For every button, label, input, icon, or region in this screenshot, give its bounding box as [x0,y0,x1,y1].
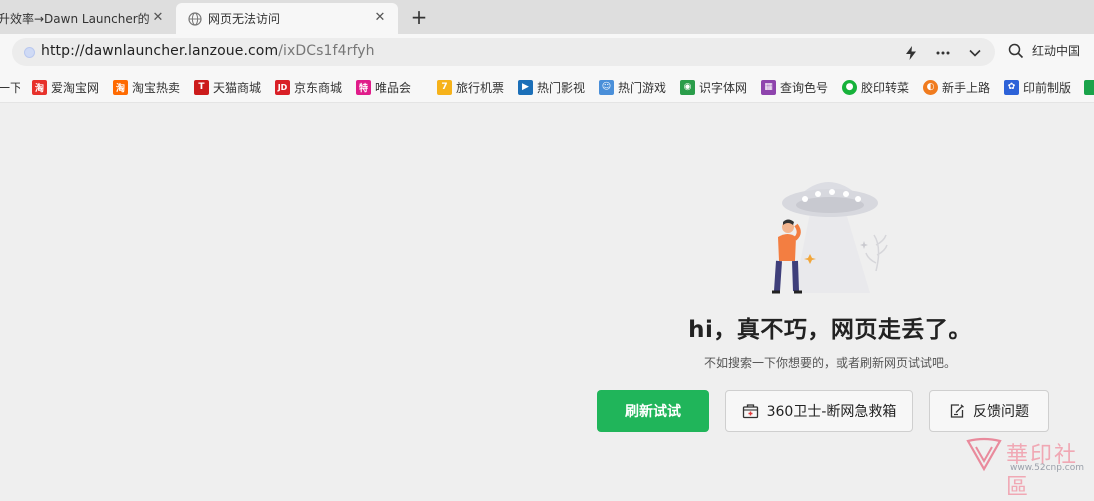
bookmark-item[interactable]: ◐ 新手上路 [923,79,990,95]
error-subline: 不如搜索一下你想要的，或者刷新网页试试吧。 [703,356,956,370]
eye-icon: ◉ [680,79,695,95]
bookmark-label: 新手上路 [942,80,990,95]
bookmark-item[interactable]: ▶ 热门影视 [518,79,585,95]
lightning-icon[interactable] [902,44,920,62]
bookmark-label: 唯品会 [375,80,412,95]
bookmark-label: 热门游戏 [618,80,666,95]
error-headline: hi，真不巧，网页走丢了。 [688,317,972,343]
taobao-hot-icon: 淘 [113,79,128,95]
vip-icon: 特 [356,79,371,95]
game-icon: ☺ [599,79,614,95]
tmall-icon: T [194,79,209,95]
bookmark-item[interactable]: 7 旅行机票 [437,79,504,95]
feedback-label: 反馈问题 [973,404,1029,420]
bookmark-item[interactable]: T 天猫商城 [194,79,261,95]
travel-icon: 7 [437,79,452,95]
bookmark-label: 旅行机票 [456,80,504,95]
bookmark-label: 查询色号 [780,80,828,95]
tab-title: 升效率→Dawn Launcher的 [0,12,150,26]
watermark: 華印社區 www.52cnp.com [960,435,1094,500]
refresh-button-label: 刷新试试 [625,404,681,420]
new-tab-button[interactable]: + [408,6,430,28]
bookmarks-bar: 一下 淘 爱淘宝网 淘 淘宝热卖 T 天猫商城 JD 京东商城 特 唯品会 7 … [0,70,1094,103]
ufo-illustration [772,182,888,294]
jd-icon: JD [275,79,290,95]
tab-dawn-launcher[interactable]: 升效率→Dawn Launcher的 ✕ [0,3,176,34]
paw-icon: ✿ [1004,79,1019,95]
bookmark-item[interactable]: ▦ 查询色号 [761,79,828,95]
network-rescue-button[interactable]: 360卫士-断网急救箱 [725,390,913,432]
film-icon: ▶ [518,79,533,95]
bookmark-label: 印前制版 [1023,80,1071,95]
bookmark-label: 热门影视 [537,80,585,95]
more-dots-icon[interactable] [934,44,952,62]
tab-title: 网页无法访问 [208,12,281,26]
bookmark-label: 识字体网 [699,80,747,95]
bookmark-label: 胶印转菜 [861,80,909,95]
search-text: 红动中国 [1032,44,1081,58]
edit-feedback-icon [950,404,964,418]
bookmark-item[interactable]: 特 唯品会 [356,79,423,95]
tab-page-error[interactable]: 网页无法访问 ✕ [176,3,398,34]
url-host: http://dawnlauncher.lanzoue.com [41,43,279,59]
refresh-button[interactable]: 刷新试试 [597,390,709,432]
close-icon[interactable]: ✕ [372,10,388,26]
chevron-down-icon[interactable] [966,44,984,62]
bookmark-item[interactable]: 一下 [0,79,20,95]
search-icon [1008,43,1024,58]
watermark-logo-icon [966,437,1002,472]
bookmark-label: 爱淘宝网 [51,80,99,95]
watermark-url: www.52cnp.com [1010,463,1085,473]
bookmark-label: 淘宝热卖 [132,80,180,95]
bookmark-item[interactable] [1084,79,1094,95]
bookmark-item[interactable]: ☺ 热门游戏 [599,79,666,95]
globe-icon [188,11,202,26]
address-row: http://dawnlauncher.lanzoue.com/ixDCs1f4… [0,34,1094,70]
bookmark-item[interactable]: JD 京东商城 [275,79,342,95]
bookmark-label: 京东商城 [294,80,342,95]
url-path: /ixDCs1f4rfyh [278,43,375,59]
bookmark-item[interactable]: ◉ 识字体网 [680,79,747,95]
site-info-icon[interactable] [24,47,35,58]
bookmark-item[interactable]: 淘 淘宝热卖 [113,79,180,95]
bookmark-item[interactable]: 淘 爱淘宝网 [32,79,99,95]
tab-bar: 升效率→Dawn Launcher的 ✕ 网页无法访问 ✕ + [0,0,1094,34]
feedback-button[interactable]: 反馈问题 [929,390,1049,432]
green-app-icon [1084,79,1094,95]
address-bar[interactable]: http://dawnlauncher.lanzoue.com/ixDCs1f4… [12,38,995,66]
taobao-icon: 淘 [32,79,47,95]
url-text[interactable]: http://dawnlauncher.lanzoue.com/ixDCs1f4… [41,43,375,59]
firefox-icon: ◐ [923,79,938,95]
bookmark-item[interactable]: ✿ 印前制版 [1004,79,1071,95]
color-palette-icon: ▦ [761,79,776,95]
first-aid-kit-icon [742,404,758,419]
bookmark-label: 天猫商城 [213,80,261,95]
search-box[interactable]: 红动中国 [1008,42,1080,59]
chat-bubble-icon: ● [842,79,857,95]
close-icon[interactable]: ✕ [150,10,166,26]
bookmark-label: 一下 [0,79,20,96]
bookmark-item[interactable]: ● 胶印转菜 [842,79,909,95]
network-rescue-label: 360卫士-断网急救箱 [766,404,897,420]
